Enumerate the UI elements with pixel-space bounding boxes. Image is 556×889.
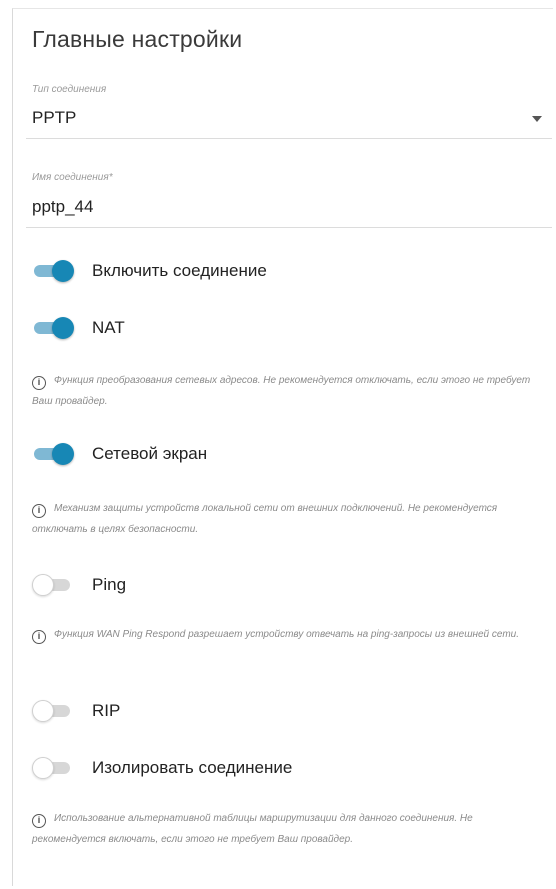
rip-label: RIP — [92, 701, 121, 720]
ping-info-text: Функция WAN Ping Respond разрешает устро… — [54, 629, 520, 640]
info-icon: i — [32, 376, 46, 390]
firewall-info-text: Механизм защиты устройств локальной сети… — [32, 503, 498, 535]
isolate-info-text: Использование альтернативной таблицы мар… — [32, 813, 473, 845]
connection-type-underline — [26, 138, 552, 139]
connection-name-input[interactable]: pptp_44 — [32, 197, 93, 217]
section-title: Главные настройки — [32, 26, 243, 52]
ping-label: Ping — [92, 575, 127, 594]
toggle-knob — [52, 317, 74, 339]
nat-label: NAT — [92, 318, 125, 337]
isolate-connection-toggle[interactable] — [32, 756, 76, 780]
enable-connection-toggle[interactable] — [32, 259, 76, 283]
isolate-info-note: i Использование альтернативной таблицы ма… — [32, 808, 542, 850]
firewall-label: Сетевой экран — [92, 444, 208, 463]
connection-type-select[interactable]: PPTP — [32, 108, 76, 128]
toggle-knob — [32, 574, 54, 596]
connection-name-label: Имя соединения* — [32, 172, 113, 183]
toggle-knob — [52, 443, 74, 465]
nat-toggle[interactable] — [32, 316, 76, 340]
isolate-connection-label: Изолировать соединение — [92, 758, 293, 777]
firewall-info-note: i Механизм защиты устройств локальной сет… — [32, 498, 542, 540]
info-icon: i — [32, 630, 46, 644]
toggle-knob — [52, 260, 74, 282]
info-icon: i — [32, 504, 46, 518]
ping-toggle[interactable] — [32, 573, 76, 597]
connection-type-label: Тип соединения — [32, 84, 107, 95]
rip-toggle[interactable] — [32, 699, 76, 723]
ping-info-note: i Функция WAN Ping Respond разрешает устр… — [32, 624, 542, 645]
info-icon: i — [32, 814, 46, 828]
connection-name-underline — [26, 227, 552, 228]
nat-info-note: i Функция преобразования сетевых адресов.… — [32, 370, 542, 412]
chevron-down-icon[interactable] — [532, 116, 542, 122]
toggle-knob — [32, 700, 54, 722]
nat-info-text: Функция преобразования сетевых адресов. … — [32, 375, 531, 407]
firewall-toggle[interactable] — [32, 442, 76, 466]
toggle-knob — [32, 757, 54, 779]
enable-connection-label: Включить соединение — [92, 261, 267, 280]
